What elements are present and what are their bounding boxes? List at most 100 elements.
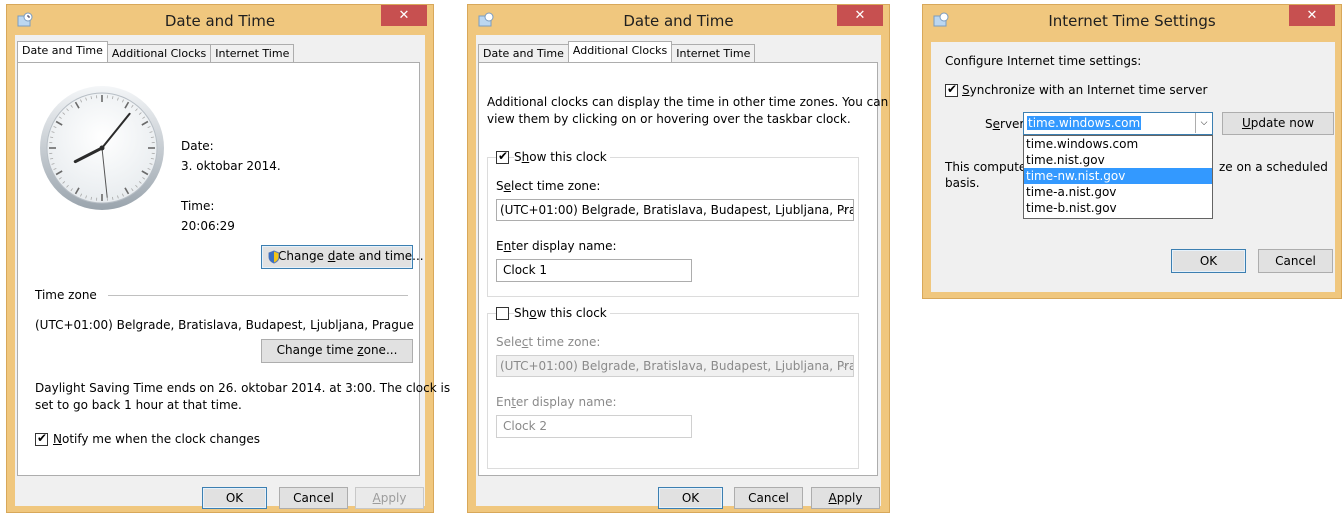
label-part: S <box>514 150 522 164</box>
cancel-button[interactable]: Cancel <box>279 487 348 509</box>
ok-button[interactable]: OK <box>658 487 723 509</box>
uac-shield-icon <box>268 250 280 264</box>
label-part: er display name: <box>515 395 617 409</box>
timezone-divider <box>108 295 408 296</box>
cancel-button[interactable]: Cancel <box>734 487 803 509</box>
clock1-name-input[interactable]: Clock 1 <box>496 259 692 282</box>
chevron-down-icon[interactable]: ⌵ <box>1195 113 1212 133</box>
clock1-name-label: Enter display name: <box>496 239 617 253</box>
tab-date-and-time[interactable]: Date and Time <box>478 44 569 62</box>
sync-label[interactable]: Synchronize with an Internet time server <box>962 83 1207 97</box>
accel-key: o <box>529 306 537 320</box>
title-bar[interactable]: Date and Time ✕ <box>7 5 433 35</box>
label-part: Change time <box>276 343 358 357</box>
notify-label[interactable]: Notify me when the clock changes <box>53 432 260 446</box>
accel-key: A <box>372 491 381 505</box>
client-area: Configure Internet time settings: ✔ Sync… <box>931 42 1335 292</box>
sync-checkbox[interactable]: ✔ <box>945 82 958 97</box>
internet-time-settings-window: Internet Time Settings ✕ Configure Inter… <box>922 4 1342 299</box>
cancel-button[interactable]: Cancel <box>1258 249 1333 273</box>
accel-key: U <box>1241 116 1251 130</box>
close-icon[interactable]: ✕ <box>855 8 866 23</box>
dropdown-option[interactable]: time-a.nist.gov <box>1024 184 1212 200</box>
tab-date-and-time[interactable]: Date and Time <box>17 41 108 62</box>
timezone-header: Time zone <box>35 288 97 302</box>
accel-key: S <box>962 83 970 97</box>
time-value: 20:06:29 <box>181 219 235 233</box>
title-bar[interactable]: Internet Time Settings ✕ <box>923 5 1341 35</box>
tab-additional-clocks[interactable]: Additional Clocks <box>106 44 212 62</box>
close-button[interactable]: ✕ <box>1289 5 1335 26</box>
change-date-time-label: Change date and time... <box>262 249 424 263</box>
label-part: ow this clock <box>529 150 607 164</box>
label-part: Change <box>278 249 328 263</box>
label-part: pply <box>836 491 863 505</box>
label-part: E <box>496 239 504 253</box>
tab-strip: Date and Time Additional Clocks Internet… <box>478 41 756 62</box>
label-part: En <box>496 395 512 409</box>
timezone-value: (UTC+01:00) Belgrade, Bratislava, Budape… <box>35 318 414 332</box>
title-bar[interactable]: Date and Time ✕ <box>468 5 889 35</box>
info-line-2: basis. <box>945 176 980 190</box>
window-title: Date and Time <box>164 12 276 30</box>
label-part: ter display name: <box>511 239 617 253</box>
label-part: pdate now <box>1250 116 1315 130</box>
label-part: S <box>496 179 504 193</box>
time-label: Time: <box>181 199 215 213</box>
ok-button[interactable]: OK <box>202 487 267 509</box>
label-part: otify me when the clock changes <box>61 432 260 446</box>
label-part: ynchronize with an Internet time server <box>969 83 1208 97</box>
tab-additional-clocks[interactable]: Additional Clocks <box>567 41 673 62</box>
tab-internet-time[interactable]: Internet Time <box>210 44 295 62</box>
apply-button[interactable]: Apply <box>811 487 880 509</box>
dropdown-option[interactable]: time.nist.gov <box>1024 152 1212 168</box>
clock1-timezone-select[interactable]: (UTC+01:00) Belgrade, Bratislava, Budape… <box>496 199 854 221</box>
chevron-down-icon: ⌵ <box>841 361 848 371</box>
dropdown-option[interactable]: time-b.nist.gov <box>1024 200 1212 216</box>
intro-line-2: view them by clicking on or hovering ove… <box>487 112 851 126</box>
apply-button[interactable]: Apply <box>355 487 424 509</box>
clock2-name-label: Enter display name: <box>496 395 617 409</box>
info-line-1-end: ze on a scheduled <box>1219 160 1328 174</box>
checkmark-icon: ✔ <box>498 149 509 163</box>
show-clock1-checkbox[interactable]: ✔ <box>496 149 509 164</box>
change-date-time-button[interactable]: Change date and time... <box>261 245 424 269</box>
tab-panel: Date: 3. oktobar 2014. Time: 20:06:29 Ch… <box>17 62 450 476</box>
label-part: Sh <box>514 306 530 320</box>
server-combobox[interactable]: time.windows.com ⌵ <box>1023 112 1213 135</box>
close-icon[interactable]: ✕ <box>1307 8 1318 23</box>
tab-panel: Additional clocks can display the time i… <box>478 62 888 476</box>
change-timezone-button[interactable]: Change time zone... <box>261 339 413 363</box>
analog-clock <box>40 86 164 210</box>
accel-key: N <box>53 432 62 446</box>
dropdown-option[interactable]: time.windows.com <box>1024 136 1212 152</box>
date-label: Date: <box>181 139 214 153</box>
label-part: t time zone: <box>528 335 601 349</box>
client-area: Date and Time Additional Clocks Internet… <box>476 35 888 509</box>
close-button[interactable]: ✕ <box>381 5 427 26</box>
label-part: one... <box>363 343 398 357</box>
checkmark-icon: ✔ <box>37 431 48 445</box>
info-line-1-start: This computer <box>945 160 1032 174</box>
close-button[interactable]: ✕ <box>837 5 883 26</box>
clock1-select-tz-label: Select time zone: <box>496 179 600 193</box>
accel-key: e <box>503 179 512 193</box>
label-part: pply <box>380 491 407 505</box>
chevron-down-icon: ⌵ <box>841 205 848 215</box>
accel-key: A <box>828 491 837 505</box>
server-value: time.windows.com <box>1027 116 1142 130</box>
update-now-button[interactable]: Update now <box>1222 112 1334 135</box>
show-clock2-checkbox[interactable] <box>496 307 509 320</box>
show-clock1-label[interactable]: Show this clock <box>514 150 610 164</box>
dst-info-line-2: set to go back 1 hour at that time. <box>35 398 242 412</box>
dropdown-option-selected[interactable]: time-nw.nist.gov <box>1024 168 1212 184</box>
tab-internet-time[interactable]: Internet Time <box>671 44 756 62</box>
show-clock2-label[interactable]: Show this clock <box>514 306 610 320</box>
ok-button[interactable]: OK <box>1171 249 1246 273</box>
close-icon[interactable]: ✕ <box>399 8 410 23</box>
tab-strip: Date and Time Additional Clocks Internet… <box>17 41 295 62</box>
checkmark-icon: ✔ <box>947 82 958 96</box>
clock2-timezone-select[interactable]: (UTC+01:00) Belgrade, Bratislava, Budape… <box>496 355 854 377</box>
notify-checkbox[interactable]: ✔ <box>35 431 48 446</box>
clock2-name-input[interactable]: Clock 2 <box>496 415 692 438</box>
